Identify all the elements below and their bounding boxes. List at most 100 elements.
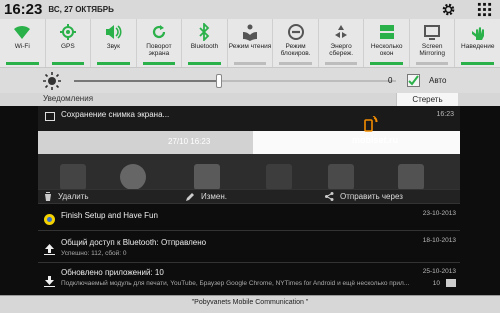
image-icon	[45, 112, 55, 121]
gps-icon	[58, 22, 78, 42]
list-item-subtitle: Подключаемый модуль для печати, YouTube,…	[61, 280, 410, 287]
toggle-indicator	[415, 62, 449, 65]
auto-brightness-label: Авто	[429, 76, 447, 85]
share-button[interactable]: Отправить через	[325, 192, 403, 201]
toggle-label: Bluetooth	[190, 43, 219, 50]
toggle-hover[interactable]: Наведение	[455, 19, 500, 67]
toggle-multi-window[interactable]: Несколько окон	[364, 19, 410, 67]
screenshot-actions: Удалить Измен. Отправить через	[38, 189, 460, 203]
edit-button[interactable]: Измен.	[186, 192, 227, 201]
power-saving-icon	[331, 22, 351, 42]
update-count: 10	[432, 280, 440, 287]
toggle-label: Screen Mirroring	[419, 43, 446, 57]
share-label: Отправить через	[340, 192, 403, 201]
toggle-indicator	[51, 62, 85, 65]
list-item-title: Обновлено приложений: 10	[61, 268, 164, 277]
status-bar: 16:23 ВС, 27 ОКТЯБРЬ	[0, 0, 500, 19]
reading-mode-icon	[240, 22, 260, 42]
toggle-label: Звук	[106, 43, 121, 50]
rotate-icon	[149, 22, 169, 42]
notification-time: 16:23	[436, 111, 454, 118]
toggle-block-mode[interactable]: Режим блокиров.	[273, 19, 319, 67]
delete-button[interactable]: Удалить	[44, 192, 89, 201]
auto-brightness-checkbox[interactable]	[407, 74, 420, 87]
mobiset-watermark: mobiset.ru	[352, 115, 400, 154]
phone-logo-icon	[364, 115, 378, 132]
pencil-icon	[186, 193, 194, 201]
toggle-screen-mirroring[interactable]: Screen Mirroring	[410, 19, 456, 67]
toggle-indicator	[324, 62, 358, 65]
toggle-power-saving[interactable]: Энерго сбереж.	[319, 19, 365, 67]
list-item-title: Общий доступ к Bluetooth: Отправлено	[61, 238, 207, 247]
toggle-reading-mode[interactable]: Режим чтения	[228, 19, 274, 67]
clear-notifications-button[interactable]: Стереть	[396, 93, 458, 106]
drag-handle[interactable]	[0, 295, 500, 296]
checkmark-icon	[408, 75, 419, 86]
toggle-rotate[interactable]: Поворот экрана	[137, 19, 183, 67]
brightness-slider-thumb[interactable]	[215, 74, 222, 88]
list-item-subtitle: Успешно: 112, сбой: 0	[61, 250, 127, 257]
brightness-control: 0 Авто	[0, 67, 500, 93]
hover-icon	[468, 22, 488, 42]
preview-tile	[120, 164, 146, 189]
upload-icon	[44, 242, 55, 255]
status-date: ВС, 27 ОКТЯБРЬ	[48, 5, 114, 14]
toggle-wifi[interactable]: Wi-Fi	[0, 19, 46, 67]
watermark-text: mobiset.ru	[352, 135, 399, 145]
footer-caption: "Pobyvanets Mobile Communication "	[191, 299, 309, 306]
toggle-indicator	[97, 62, 130, 65]
toggle-gps[interactable]: GPS	[46, 19, 92, 67]
brightness-slider[interactable]	[74, 74, 396, 88]
setup-icon	[44, 212, 55, 225]
trash-icon	[44, 192, 52, 201]
preview-tile	[60, 164, 86, 189]
toggle-label: GPS	[60, 43, 75, 50]
toggle-label: Наведение	[461, 43, 495, 50]
image-icon	[446, 279, 456, 287]
toggle-label: Энерго сбереж.	[329, 43, 354, 57]
bottom-drag-bar[interactable]: "Pobyvanets Mobile Communication "	[0, 295, 500, 313]
toggle-indicator	[461, 62, 495, 65]
grid-icon[interactable]	[476, 1, 492, 17]
list-item[interactable]: Общий доступ к Bluetooth: Отправлено Усп…	[38, 230, 460, 262]
toggle-bluetooth[interactable]: Bluetooth	[182, 19, 228, 67]
list-item-title: Finish Setup and Have Fun	[61, 211, 158, 220]
preview-tile	[266, 164, 292, 189]
toggle-indicator	[188, 62, 221, 65]
toggle-sound[interactable]: Звук	[91, 19, 137, 67]
toggle-indicator	[142, 62, 176, 65]
list-item-time: 23-10-2013	[422, 210, 456, 217]
toggle-label: Wi-Fi	[14, 43, 30, 50]
toggle-label: Поворот экрана	[146, 43, 172, 57]
status-clock: 16:23	[4, 1, 43, 18]
delete-label: Удалить	[58, 192, 89, 201]
brightness-value: 0	[388, 76, 393, 85]
toggle-indicator	[279, 62, 312, 65]
toggle-indicator	[6, 62, 39, 65]
sound-icon	[103, 22, 123, 42]
preview-tile	[328, 164, 354, 189]
notification-title: Сохранение снимка экрана...	[61, 110, 170, 119]
preview-tile	[398, 164, 424, 189]
edit-label: Измен.	[201, 192, 228, 201]
share-icon	[325, 192, 334, 201]
wifi-icon	[12, 22, 32, 42]
list-item[interactable]: Обновлено приложений: 10 Подключаемый мо…	[38, 262, 460, 294]
toggle-label: Режим чтения	[228, 43, 272, 50]
list-item[interactable]: Finish Setup and Have Fun 23-10-2013	[38, 203, 460, 230]
toggle-label: Несколько окон	[370, 43, 403, 57]
toggle-indicator	[233, 62, 267, 65]
preview-tile	[194, 164, 220, 189]
toggle-label: Режим блокиров.	[280, 43, 311, 57]
toggle-indicator	[370, 62, 403, 65]
quick-settings-toggles: Wi-Fi GPS Звук Поворот экрана Bluetooth	[0, 19, 500, 67]
screen-mirroring-icon	[422, 22, 442, 42]
list-item-time: 25-10-2013	[422, 268, 456, 275]
brightness-icon	[43, 72, 61, 90]
preview-clock: 27/10 16:23	[168, 137, 211, 146]
gear-icon[interactable]	[440, 1, 456, 17]
multi-window-icon	[377, 22, 397, 42]
list-item-time: 18-10-2013	[422, 237, 456, 244]
bluetooth-icon	[194, 22, 214, 42]
block-mode-icon	[286, 22, 306, 42]
